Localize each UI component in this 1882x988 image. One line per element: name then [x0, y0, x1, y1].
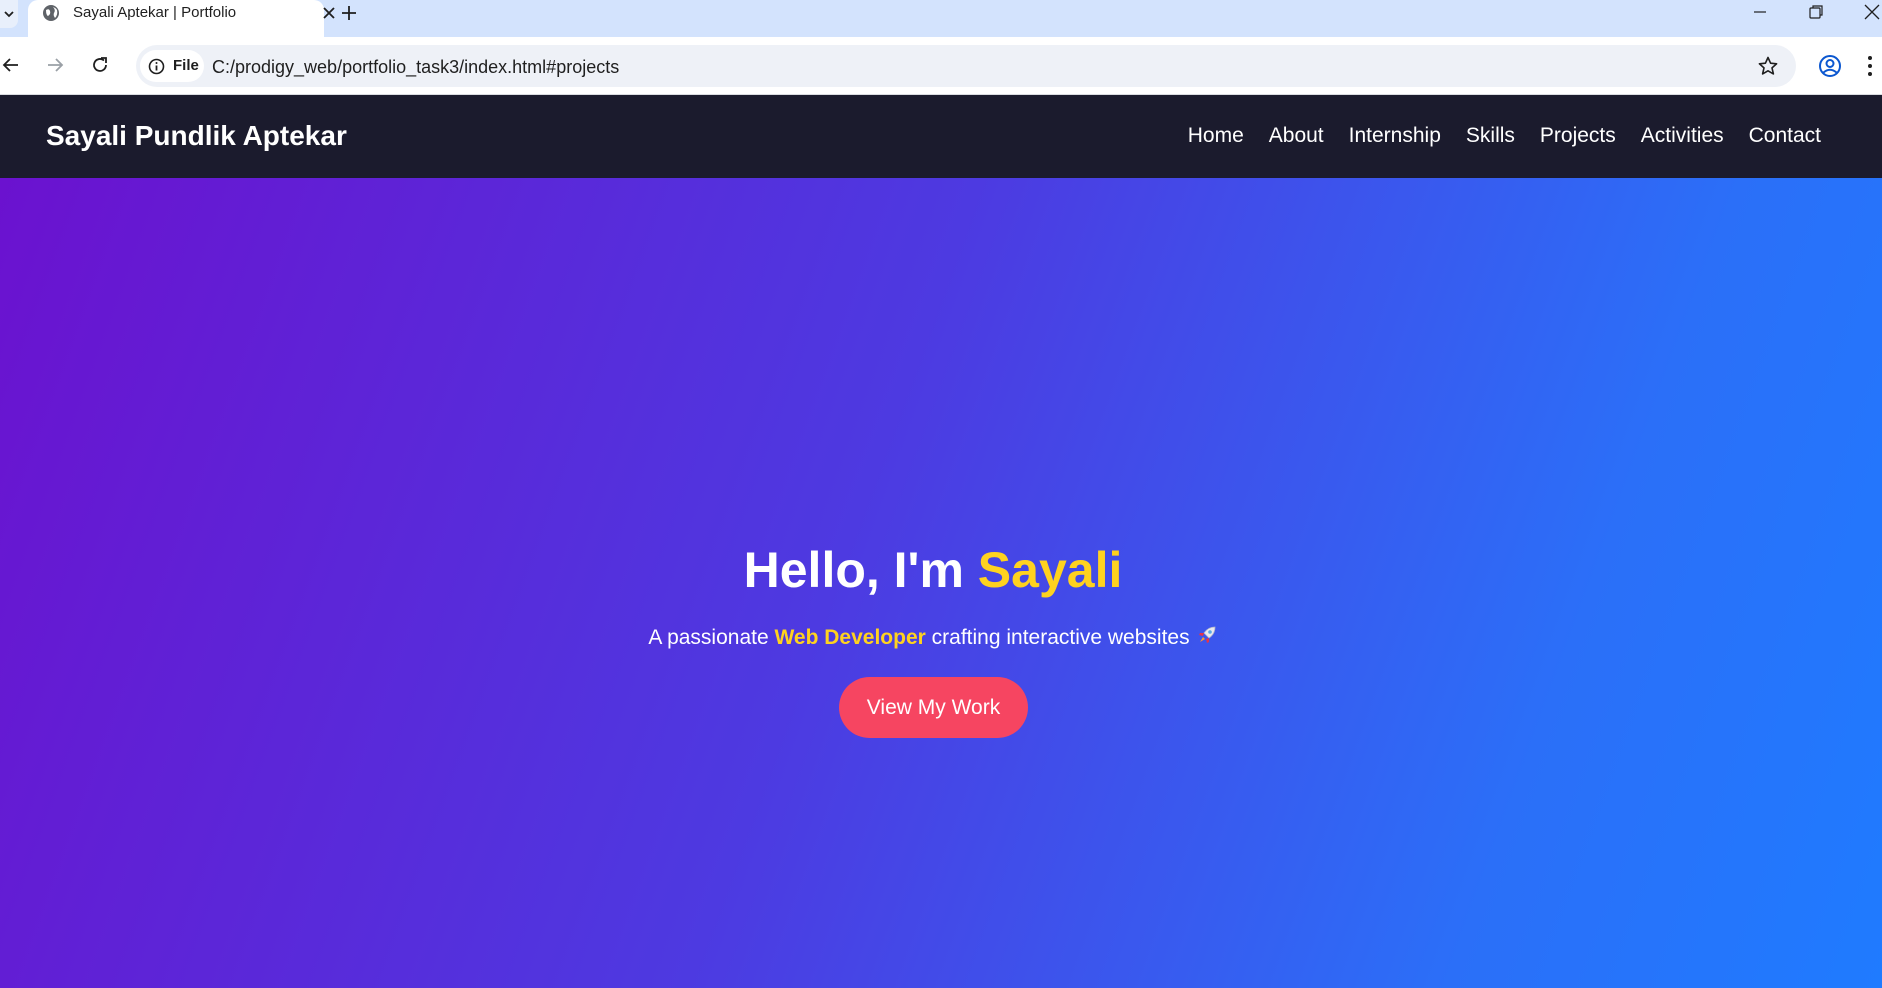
active-tab[interactable]: Sayali Aptekar | Portfolio — [28, 0, 335, 37]
nav-contact[interactable]: Contact — [1749, 124, 1821, 148]
rocket-icon — [1196, 624, 1218, 653]
hero-sub-role: Web Developer — [774, 626, 926, 649]
address-bar[interactable]: File C:/prodigy_web/portfolio_task3/inde… — [136, 45, 1796, 87]
nav-skills[interactable]: Skills — [1466, 124, 1515, 148]
browser-toolbar: File C:/prodigy_web/portfolio_task3/inde… — [0, 37, 1882, 95]
view-my-work-button[interactable]: View My Work — [839, 677, 1028, 738]
plus-icon[interactable] — [339, 3, 359, 28]
info-icon — [148, 58, 165, 80]
hero-title-prefix: Hello, I'm — [743, 542, 978, 598]
hero-section: Hello, I'm Sayali A passionate Web Devel… — [0, 178, 1882, 988]
nav-activities[interactable]: Activities — [1641, 124, 1724, 148]
browser-tab-strip: Sayali Aptekar | Portfolio — [0, 0, 1882, 37]
back-arrow-icon[interactable] — [1, 55, 21, 80]
tab-title: Sayali Aptekar | Portfolio — [73, 4, 237, 21]
more-vert-icon[interactable] — [1866, 55, 1874, 82]
reload-icon[interactable] — [90, 55, 110, 80]
hero-sub-prefix: A passionate — [648, 626, 775, 649]
nav-internship[interactable]: Internship — [1349, 124, 1441, 148]
forward-arrow-icon[interactable] — [45, 55, 65, 80]
restore-icon[interactable] — [1806, 2, 1826, 27]
hero-title: Hello, I'm Sayali — [0, 541, 1866, 599]
hero-subtitle: A passionate Web Developer crafting inte… — [0, 624, 1866, 653]
nav-projects[interactable]: Projects — [1540, 124, 1616, 148]
minimize-icon[interactable] — [1750, 2, 1770, 27]
hero-sub-suffix: crafting interactive websites — [925, 626, 1190, 649]
main-nav: Home About Internship Skills Projects Ac… — [1163, 124, 1821, 148]
url-text[interactable]: C:/prodigy_web/portfolio_task3/index.htm… — [212, 56, 619, 78]
close-icon[interactable] — [320, 4, 338, 27]
profile-icon[interactable] — [1818, 54, 1842, 83]
hero-title-name: Sayali — [977, 542, 1123, 598]
chip-label: File — [173, 57, 199, 74]
star-icon[interactable] — [1757, 55, 1779, 82]
window-close-icon[interactable] — [1862, 2, 1882, 27]
site-info-chip[interactable]: File — [140, 50, 204, 82]
site-brand[interactable]: Sayali Pundlik Aptekar — [46, 120, 347, 152]
site-header: Sayali Pundlik Aptekar Home About Intern… — [0, 95, 1882, 178]
tab-list-icon[interactable] — [0, 0, 18, 28]
nav-about[interactable]: About — [1269, 124, 1324, 148]
nav-home[interactable]: Home — [1188, 124, 1244, 148]
globe-icon — [42, 4, 60, 27]
